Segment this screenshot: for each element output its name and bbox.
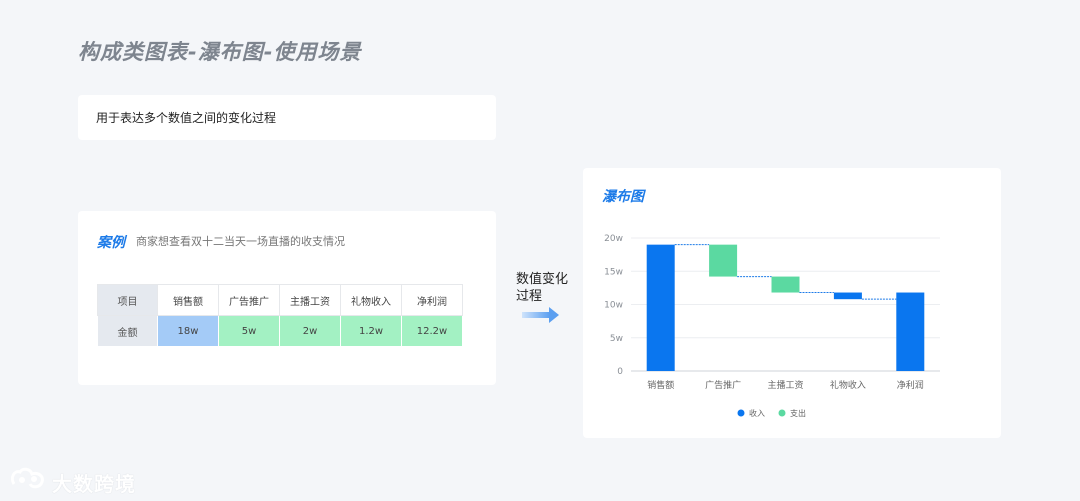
legend-label: 支出 [790,408,806,418]
table-column-header: 主播工资 [279,284,341,316]
table-column-header: 广告推广 [218,284,280,316]
x-tick-label: 净利润 [897,379,924,391]
x-tick-label: 主播工资 [767,379,803,391]
legend-marker [778,409,786,417]
table-cell: 1.2w [340,315,402,347]
legend-marker [737,409,745,417]
waterfall-chart: 0 5w 10w 15w 20w 销售额 广告推广 主播工资 礼物收入 净利润收入 支出 [604,234,940,418]
case-description: 商家想查看双十二当天一场直播的收支情况 [136,235,345,248]
y-tick-label: 15w [604,267,623,277]
arrow-label: 数值变化过程 [516,272,569,304]
bar [896,292,925,371]
page-title: 构成类图表-瀑布图-使用场景 [78,40,362,64]
description-card: 用于表达多个数值之间的变化过程 [78,95,496,140]
bar [771,276,800,293]
brand-logo-icon [10,467,44,489]
table-row: 金额 18w 5w 2w 1.2w 12.2w [97,315,463,347]
case-card: 案例 商家想查看双十二当天一场直播的收支情况 项目 销售额 广告推广 主播工资 … [78,211,496,385]
table-column-header: 礼物收入 [340,284,402,316]
description-text: 用于表达多个数值之间的变化过程 [96,111,277,125]
y-tick-label: 5w [610,334,623,344]
table-cell: 2w [279,315,341,347]
x-tick-label: 销售额 [647,379,674,391]
bar [646,244,675,371]
x-tick-label: 礼物收入 [830,379,866,391]
case-title: 案例 [97,235,125,251]
table-column-header: 净利润 [401,284,463,316]
table-header-row: 项目 销售额 广告推广 主播工资 礼物收入 净利润 [97,284,463,316]
chart-card: 瀑布图 0 5w 10w 15w 20w 销售额 广告推广 主播工资 礼物收入 净利润 收入 支出 [583,168,1001,438]
table-cell: 5w [218,315,280,347]
bar [709,244,738,277]
watermark-text: 大数跨境 [52,472,136,496]
bar [833,292,862,300]
y-tick-label: 0 [617,367,623,377]
table-row-header: 金额 [97,315,158,347]
table-cell: 12.2w [401,315,463,347]
y-tick-label: 10w [604,301,623,311]
table-row-header: 项目 [97,284,158,316]
table-column-header: 销售额 [157,284,219,316]
table-cell: 18w [157,315,219,347]
legend-label: 收入 [749,408,765,418]
y-tick-label: 20w [604,234,623,244]
x-tick-label: 广告推广 [705,379,741,391]
case-table: 项目 销售额 广告推广 主播工资 礼物收入 净利润 金额 18w 5w 2w 1… [97,284,463,347]
arrow-right-icon [522,307,559,323]
